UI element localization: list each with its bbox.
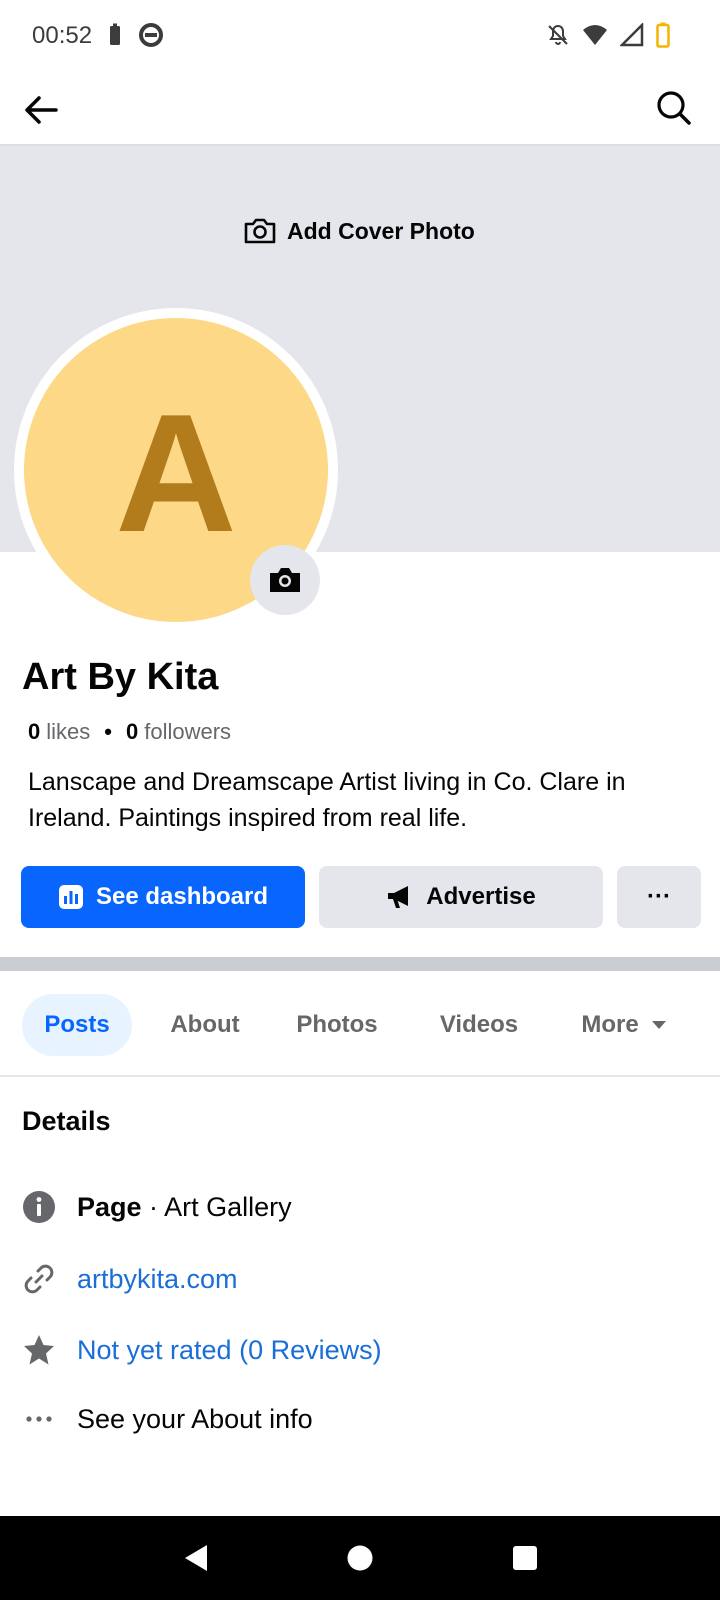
section-divider: [0, 957, 720, 971]
nav-recents-icon: [513, 1546, 537, 1570]
rating-link[interactable]: Not yet rated (0 Reviews): [77, 1335, 382, 1366]
likes-count: 0: [28, 719, 41, 744]
megaphone-icon: [388, 886, 409, 908]
link-icon: [22, 1262, 56, 1296]
wifi-icon: [583, 25, 607, 45]
cell-signal-icon: [620, 23, 644, 47]
detail-row-rating[interactable]: Not yet rated (0 Reviews): [0, 1325, 720, 1375]
tab-about[interactable]: About: [150, 994, 260, 1056]
followers-label: followers: [144, 719, 232, 744]
more-dots-icon: ···: [647, 883, 671, 910]
caret-down-icon: [651, 1021, 666, 1029]
detail-row-about[interactable]: See your About info: [0, 1394, 720, 1444]
system-nav-bar: [0, 1516, 720, 1600]
nav-recents-button[interactable]: [505, 1538, 545, 1578]
data-saver-icon: [139, 23, 163, 47]
detail-page-separator: ·: [141, 1191, 165, 1222]
search-icon: [657, 91, 691, 125]
search-button[interactable]: [654, 88, 694, 128]
app-bar: [0, 72, 720, 146]
page-bio: Lanscape and Dreamscape Artist living in…: [28, 768, 626, 832]
add-cover-photo-button[interactable]: Add Cover Photo: [243, 216, 475, 246]
tab-videos[interactable]: Videos: [420, 994, 538, 1056]
status-left-icons: [108, 22, 164, 48]
profile-tabs: Posts About Photos Videos More: [0, 971, 720, 1077]
page-stats: 0 likes • 0 followers: [28, 719, 231, 745]
status-right-icons: [546, 22, 670, 48]
detail-page-category: Art Gallery: [164, 1191, 292, 1222]
action-buttons: See dashboard Advertise ···: [21, 866, 701, 928]
tab-more[interactable]: More: [566, 994, 682, 1056]
detail-row-page: Page · Art Gallery: [0, 1182, 720, 1232]
nav-home-button[interactable]: [340, 1538, 380, 1578]
advertise-button[interactable]: Advertise: [319, 866, 603, 928]
battery-saver-icon: [110, 23, 120, 45]
status-bar: 00:52: [0, 0, 720, 72]
back-button[interactable]: [22, 90, 62, 130]
dashboard-icon: [58, 885, 83, 909]
star-icon: [22, 1333, 56, 1367]
see-about-info[interactable]: See your About info: [77, 1404, 313, 1435]
see-dashboard-label: See dashboard: [95, 883, 269, 910]
battery-low-icon: [656, 22, 670, 48]
nav-back-icon: [185, 1545, 207, 1571]
see-dashboard-button[interactable]: See dashboard: [21, 866, 305, 928]
nav-back-button[interactable]: [176, 1538, 216, 1578]
camera-icon: [270, 568, 300, 592]
notifications-off-icon: [548, 24, 568, 45]
add-cover-photo-label: Add Cover Photo: [287, 217, 475, 244]
page-title: Art By Kita: [22, 656, 219, 698]
followers-count: 0: [125, 719, 139, 744]
tab-more-label: More: [581, 1011, 639, 1038]
detail-row-website[interactable]: artbykita.com: [0, 1254, 720, 1304]
stats-separator: •: [104, 719, 112, 744]
camera-outline-icon: [244, 218, 276, 244]
tab-photos[interactable]: Photos: [282, 994, 392, 1056]
status-time: 00:52: [32, 22, 93, 49]
advertise-label: Advertise: [426, 883, 536, 910]
more-actions-button[interactable]: ···: [617, 866, 701, 928]
edit-profile-picture-button[interactable]: [250, 545, 320, 615]
detail-page-text: Page · Art Gallery: [77, 1192, 292, 1223]
tab-posts[interactable]: Posts: [22, 994, 132, 1056]
nav-home-icon: [347, 1545, 373, 1571]
likes-label: likes: [46, 719, 91, 744]
avatar-letter: A: [115, 379, 237, 567]
website-link[interactable]: artbykita.com: [77, 1264, 238, 1295]
detail-page-label: Page: [77, 1191, 142, 1222]
details-heading: Details: [22, 1106, 111, 1136]
info-icon: [22, 1190, 56, 1224]
arrow-left-icon: [25, 96, 58, 124]
more-horizontal-icon: [22, 1402, 56, 1436]
